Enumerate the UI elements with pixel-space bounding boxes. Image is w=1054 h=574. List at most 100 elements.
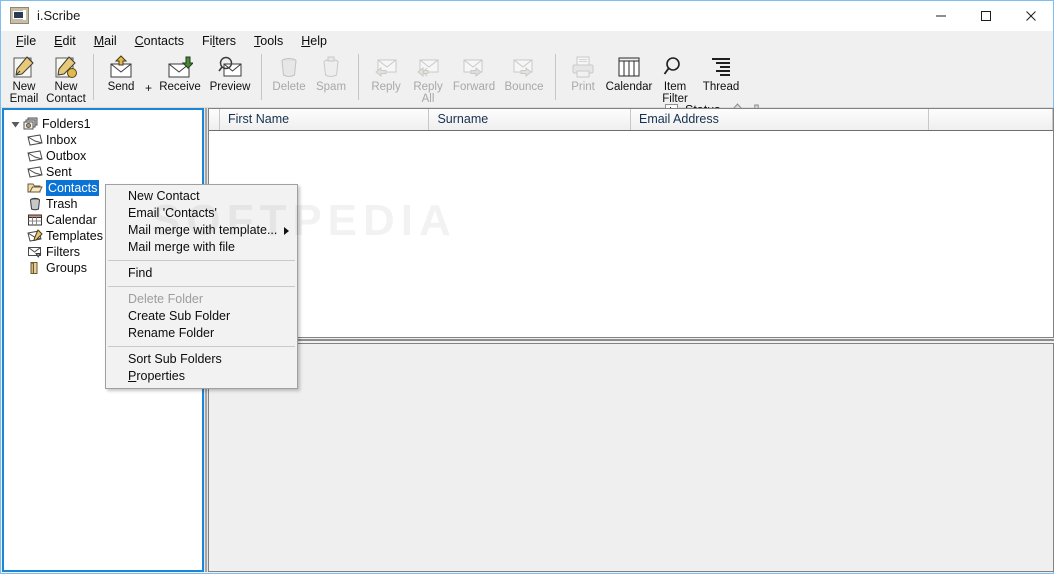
toolbar-separator-2 <box>261 54 263 100</box>
template-envelope-icon <box>26 228 43 244</box>
forward-button[interactable]: Forward <box>449 51 499 94</box>
receive-button[interactable]: Receive <box>155 51 205 94</box>
context-menu-item-new-contact[interactable]: New Contact <box>106 188 297 205</box>
submenu-arrow-icon <box>284 227 289 235</box>
folder-context-menu: New Contact Email 'Contacts' Mail merge … <box>105 184 298 389</box>
calendar-label: Calendar <box>605 81 653 93</box>
toolbar-separator-3 <box>358 54 360 100</box>
tree-label-outbox: Outbox <box>46 149 87 163</box>
tree-label-inbox: Inbox <box>46 133 77 147</box>
column-header-first-name[interactable]: First Name <box>220 109 430 130</box>
column-header-row: First Name Surname Email Address <box>209 109 1053 131</box>
filter-envelope-icon <box>26 244 43 260</box>
item-filter-button[interactable]: Item Filter <box>654 51 696 105</box>
reply-button[interactable]: Reply <box>365 51 407 94</box>
toolbar-separator-1 <box>93 54 94 100</box>
new-contact-label: New Contact <box>46 81 86 105</box>
spam-icon <box>317 54 345 81</box>
tree-item-sent[interactable]: Sent <box>8 164 202 180</box>
envelope-icon <box>26 164 43 180</box>
close-button[interactable] <box>1008 1 1053 31</box>
context-menu-item-sort-sub-folders[interactable]: Sort Sub Folders <box>106 351 297 368</box>
column-header-extra[interactable] <box>929 109 1053 130</box>
context-menu-separator-3 <box>108 346 295 347</box>
menu-tools[interactable]: Tools <box>245 32 292 50</box>
menu-mail[interactable]: Mail <box>85 32 126 50</box>
column-header-surname[interactable]: Surname <box>429 109 631 130</box>
send-button[interactable]: Send <box>100 51 142 94</box>
delete-icon <box>275 54 303 81</box>
calendar-icon <box>615 54 643 81</box>
send-icon <box>107 54 135 81</box>
tree-item-folders-root[interactable]: Folders1 <box>8 116 202 132</box>
folders-root-icon <box>22 116 39 132</box>
minimize-button[interactable] <box>918 1 963 31</box>
thread-icon <box>707 54 735 81</box>
context-menu-item-rename-folder[interactable]: Rename Folder <box>106 325 297 342</box>
tree-label-trash: Trash <box>46 197 78 211</box>
send-label: Send <box>107 81 135 93</box>
delete-button[interactable]: Delete <box>268 51 310 94</box>
calendar-button[interactable]: Calendar <box>604 51 654 94</box>
column-header-email-address[interactable]: Email Address <box>631 109 930 130</box>
new-contact-icon <box>52 54 80 81</box>
title-bar: i.Scribe <box>1 1 1053 32</box>
new-contact-button[interactable]: New Contact <box>45 51 87 105</box>
print-label: Print <box>571 81 595 93</box>
context-menu-item-mail-merge-with-file[interactable]: Mail merge with file <box>106 239 297 256</box>
toolbar-separator-4 <box>555 54 557 100</box>
menu-bar: File Edit Mail Contacts Filters Tools He… <box>1 31 1053 51</box>
context-menu-item-find[interactable]: Find <box>106 265 297 282</box>
spam-button[interactable]: Spam <box>310 51 352 94</box>
menu-edit[interactable]: Edit <box>45 32 85 50</box>
bounce-button[interactable]: Bounce <box>499 51 549 94</box>
calendar-grid-icon <box>26 212 43 228</box>
menu-file[interactable]: File <box>7 32 45 50</box>
preview-button[interactable]: Preview <box>205 51 255 94</box>
bounce-label: Bounce <box>504 81 544 93</box>
maximize-button[interactable] <box>963 1 1008 31</box>
window-controls <box>918 1 1053 31</box>
tree-item-inbox[interactable]: Inbox <box>8 132 202 148</box>
context-menu-item-mail-merge-with-template[interactable]: Mail merge with template... <box>106 222 297 239</box>
tree-label-contacts: Contacts <box>46 180 100 196</box>
envelope-icon <box>26 132 43 148</box>
context-menu-separator-1 <box>108 260 295 261</box>
open-folder-icon <box>26 180 43 196</box>
menu-filters[interactable]: Filters <box>193 32 245 50</box>
reply-icon <box>372 54 400 81</box>
spam-label: Spam <box>315 81 347 93</box>
context-menu-item-create-sub-folder[interactable]: Create Sub Folder <box>106 308 297 325</box>
column-header-grip[interactable] <box>209 109 220 130</box>
print-icon <box>569 54 597 81</box>
reply-all-button[interactable]: Reply All <box>407 51 449 105</box>
item-filter-label: Item Filter <box>662 81 688 105</box>
bounce-icon <box>510 54 538 81</box>
menu-help[interactable]: Help <box>292 32 336 50</box>
tree-label-folders-root: Folders1 <box>42 117 91 131</box>
envelope-icon <box>26 148 43 164</box>
tree-label-calendar: Calendar <box>46 213 97 227</box>
context-menu-item-email-contacts[interactable]: Email 'Contacts' <box>106 205 297 222</box>
item-filter-icon <box>661 54 689 81</box>
print-button[interactable]: Print <box>562 51 604 94</box>
contact-list-pane[interactable]: First Name Surname Email Address <box>208 108 1054 338</box>
menu-contacts[interactable]: Contacts <box>126 32 193 50</box>
context-menu-item-properties[interactable]: Properties <box>106 368 297 385</box>
app-icon <box>10 7 29 24</box>
new-email-label: New Email <box>9 81 39 105</box>
preview-icon <box>216 54 244 81</box>
toolbar: New Email New Contact Send + Receive Pre… <box>1 51 1053 117</box>
reply-all-label: Reply All <box>413 81 443 105</box>
tree-label-templates: Templates <box>46 229 103 243</box>
forward-icon <box>460 54 488 81</box>
expander-collapse-icon[interactable] <box>8 116 22 132</box>
tree-item-outbox[interactable]: Outbox <box>8 148 202 164</box>
context-menu-item-delete-folder: Delete Folder <box>128 292 204 306</box>
forward-label: Forward <box>452 81 496 93</box>
new-email-button[interactable]: New Email <box>3 51 45 105</box>
receive-icon <box>166 54 194 81</box>
context-menu-separator-2 <box>108 286 295 287</box>
thread-button[interactable]: Thread <box>696 51 746 94</box>
contact-list-body[interactable] <box>209 131 1053 337</box>
